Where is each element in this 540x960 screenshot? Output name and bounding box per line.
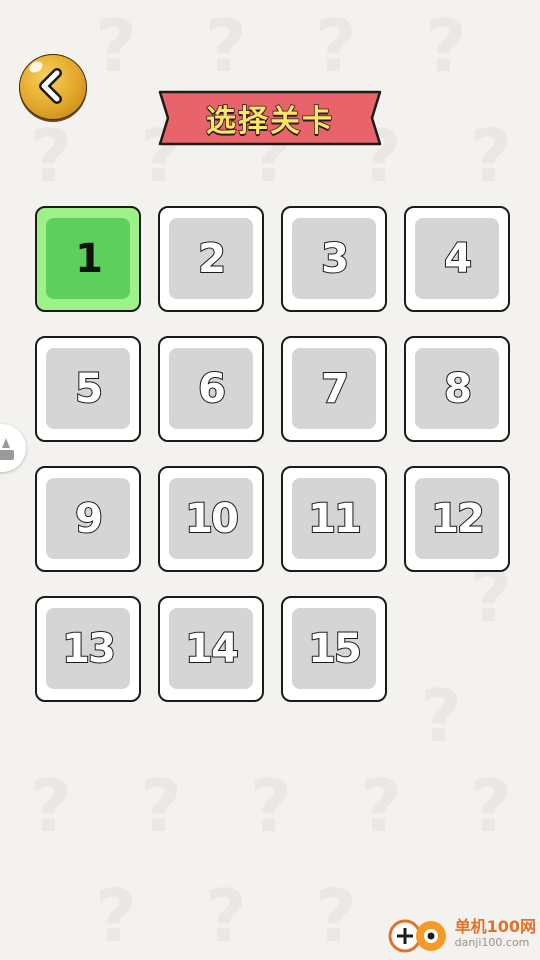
- level-tile-face: 3: [292, 218, 376, 299]
- level-number: 4: [443, 235, 473, 283]
- chevron-left-icon: [39, 68, 62, 104]
- level-tile-12[interactable]: 12: [404, 466, 510, 572]
- question-mark-decoration: ?: [425, 4, 467, 88]
- level-tile-11[interactable]: 11: [281, 466, 387, 572]
- level-number: 5: [74, 365, 104, 413]
- level-number: 14: [184, 625, 240, 673]
- level-tile-face: 1: [46, 218, 130, 299]
- question-mark-decoration: ?: [315, 874, 357, 958]
- watermark: 单机100网 danji100.com: [387, 912, 536, 956]
- watermark-url: danji100.com: [454, 936, 530, 949]
- level-number: 11: [307, 495, 363, 543]
- question-mark-decoration: ?: [470, 114, 512, 198]
- level-number: 8: [443, 365, 473, 413]
- level-number: 15: [307, 625, 363, 673]
- question-mark-decoration: ?: [205, 4, 247, 88]
- level-tile-face: 2: [169, 218, 253, 299]
- level-tile-14[interactable]: 14: [158, 596, 264, 702]
- question-mark-decoration: ?: [30, 764, 72, 848]
- back-button[interactable]: [19, 54, 87, 122]
- level-number: 2: [197, 235, 227, 283]
- level-number: 9: [74, 495, 104, 543]
- level-tile-1[interactable]: 1: [35, 206, 141, 312]
- level-tile-face: 11: [292, 478, 376, 559]
- watermark-logo: [387, 912, 451, 956]
- question-mark-decoration: ?: [205, 874, 247, 958]
- level-tile-8[interactable]: 8: [404, 336, 510, 442]
- level-tile-face: 6: [169, 348, 253, 429]
- level-tile-10[interactable]: 10: [158, 466, 264, 572]
- level-tile-face: 14: [169, 608, 253, 689]
- level-tile-face: 12: [415, 478, 499, 559]
- level-tile-3[interactable]: 3: [281, 206, 387, 312]
- level-tile-face: 10: [169, 478, 253, 559]
- level-number: 3: [320, 235, 350, 283]
- question-mark-decoration: ?: [470, 764, 512, 848]
- level-grid: 1 2 3 4 5 6 7 8 9 10 11 12 13 14 15: [35, 206, 510, 702]
- title-banner: 选择关卡: [158, 89, 382, 147]
- level-tile-face: 4: [415, 218, 499, 299]
- level-tile-face: 13: [46, 608, 130, 689]
- level-tile-6[interactable]: 6: [158, 336, 264, 442]
- question-mark-decoration: ?: [30, 114, 72, 198]
- level-tile-2[interactable]: 2: [158, 206, 264, 312]
- question-mark-decoration: ?: [250, 764, 292, 848]
- sparkle-icon: [0, 438, 14, 460]
- level-number: 7: [320, 365, 350, 413]
- level-tile-7[interactable]: 7: [281, 336, 387, 442]
- level-tile-15[interactable]: 15: [281, 596, 387, 702]
- level-number: 10: [184, 495, 240, 543]
- level-tile-5[interactable]: 5: [35, 336, 141, 442]
- level-number: 12: [430, 495, 486, 543]
- question-mark-decoration: ?: [360, 764, 402, 848]
- level-number: 6: [197, 365, 227, 413]
- level-tile-4[interactable]: 4: [404, 206, 510, 312]
- level-tile-9[interactable]: 9: [35, 466, 141, 572]
- level-tile-face: 15: [292, 608, 376, 689]
- level-number: 1: [75, 235, 103, 282]
- level-tile-face: 7: [292, 348, 376, 429]
- question-mark-decoration: ?: [315, 4, 357, 88]
- level-number: 13: [61, 625, 117, 673]
- question-mark-decoration: ?: [95, 874, 137, 958]
- level-tile-face: 5: [46, 348, 130, 429]
- page-title: 选择关卡: [205, 103, 334, 140]
- side-tab[interactable]: [0, 424, 26, 472]
- level-tile-face: 9: [46, 478, 130, 559]
- watermark-name: 单机100网: [454, 917, 536, 936]
- question-mark-decoration: ?: [95, 4, 137, 88]
- level-tile-face: 8: [415, 348, 499, 429]
- level-tile-13[interactable]: 13: [35, 596, 141, 702]
- question-mark-decoration: ?: [140, 764, 182, 848]
